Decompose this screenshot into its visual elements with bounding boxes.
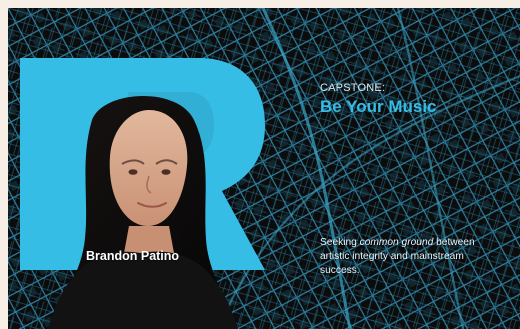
description-text: Seeking common ground between artistic i… xyxy=(320,236,505,278)
description-emphasis: common ground xyxy=(359,237,434,248)
description-prefix: Seeking xyxy=(320,237,360,248)
portrait-photo xyxy=(48,95,238,329)
main-title: Be Your Music xyxy=(320,97,437,116)
page: CAPSTONE: Be Your Music Brandon Patino S… xyxy=(0,0,520,329)
person-name: Brandon Patino xyxy=(86,249,180,263)
capstone-label: CAPSTONE: xyxy=(320,82,386,94)
promo-card: CAPSTONE: Be Your Music Brandon Patino S… xyxy=(8,8,520,329)
title-block: CAPSTONE: Be Your Music xyxy=(320,82,510,117)
